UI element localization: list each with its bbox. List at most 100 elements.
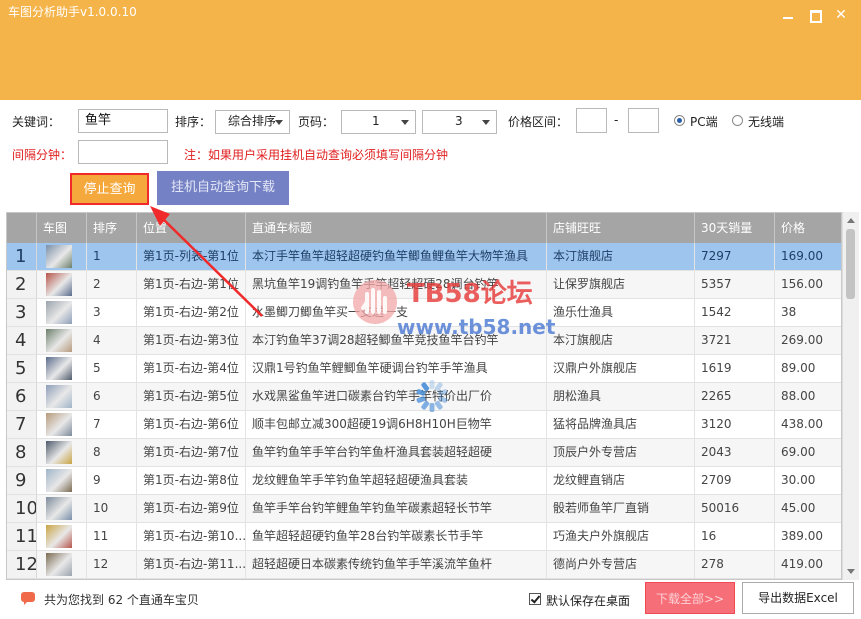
row-price: 169.00 xyxy=(775,243,841,270)
header-image[interactable]: 车图 xyxy=(37,213,87,243)
row-sales: 1542 xyxy=(695,299,775,326)
product-thumbnail[interactable] xyxy=(46,245,72,268)
product-thumbnail[interactable] xyxy=(46,357,72,380)
table-row[interactable]: 5 5 第1页-右边-第4位 汉鼎1号钓鱼竿鲤鲫鱼竿硬调台钓竿手竿渔具 汉鼎户外旗舰店 1… xyxy=(7,355,841,383)
row-number: 11 xyxy=(7,523,37,550)
row-title: 龙纹鲤鱼竿手竿钓鱼竿超轻超硬渔具套装 xyxy=(246,467,547,494)
product-thumbnail[interactable] xyxy=(46,441,72,464)
product-thumbnail[interactable] xyxy=(46,497,72,520)
row-number: 10 xyxy=(7,495,37,522)
row-title: 鱼竿超轻超硬钓鱼竿28台钓竿碳素长节手竿 xyxy=(246,523,547,550)
product-thumbnail[interactable] xyxy=(46,469,72,492)
header-sales[interactable]: 30天销量 xyxy=(695,213,775,243)
product-thumbnail[interactable] xyxy=(46,273,72,296)
row-rank: 1 xyxy=(87,243,137,270)
table-row[interactable]: 2 2 第1页-右边-第1位 黑坑鱼竿19调钓鱼竿手竿超轻超硬28调台钓竿 让保罗旗舰店… xyxy=(7,271,841,299)
table-row[interactable]: 4 4 第1页-右边-第3位 本汀钓鱼竿37调28超轻鲫鱼竿竞技鱼竿台钓竿 本汀旗舰店 3… xyxy=(7,327,841,355)
pc-radio-label: PC端 xyxy=(690,115,718,129)
table-row[interactable]: 1 1 第1页-列表-第1位 本汀手竿鱼竿超轻超硬钓鱼竿鲫鱼鲤鱼竿大物竿渔具 本汀旗舰店… xyxy=(7,243,841,271)
export-excel-button[interactable]: 导出数据Excel xyxy=(742,582,854,614)
table-row[interactable]: 11 11 第1页-右边-第10... 鱼竿超轻超硬钓鱼竿28台钓竿碳素长节手竿 巧渔夫… xyxy=(7,523,841,551)
row-image xyxy=(37,327,87,354)
row-number: 1 xyxy=(7,243,37,270)
price-max-input[interactable] xyxy=(628,108,659,133)
header-price[interactable]: 价格 xyxy=(775,213,841,243)
download-all-button[interactable]: 下载全部>> xyxy=(645,582,735,614)
sort-select-value: 综合排序 xyxy=(228,114,277,128)
row-shop: 顶辰户外专营店 xyxy=(547,439,695,466)
header-shop[interactable]: 店铺旺旺 xyxy=(547,213,695,243)
row-price: 30.00 xyxy=(775,467,841,494)
row-shop: 汉鼎户外旗舰店 xyxy=(547,355,695,382)
row-sales: 2043 xyxy=(695,439,775,466)
row-shop: 让保罗旗舰店 xyxy=(547,271,695,298)
save-desktop-checkbox[interactable] xyxy=(529,593,541,605)
row-position: 第1页-右边-第6位 xyxy=(137,411,246,438)
wireless-radio[interactable] xyxy=(732,115,743,126)
row-number: 9 xyxy=(7,467,37,494)
table-header: 车图 排序 位置 直通车标题 店铺旺旺 30天销量 价格 xyxy=(7,213,841,243)
stop-query-button[interactable]: 停止查询 xyxy=(70,173,149,205)
row-position: 第1页-右边-第3位 xyxy=(137,327,246,354)
product-thumbnail[interactable] xyxy=(46,413,72,436)
row-image xyxy=(37,299,87,326)
row-title: 本汀手竿鱼竿超轻超硬钓鱼竿鲫鱼鲤鱼竿大物竿渔具 xyxy=(246,243,547,270)
row-price: 38 xyxy=(775,299,841,326)
row-shop: 猛将品牌渔具店 xyxy=(547,411,695,438)
row-image xyxy=(37,355,87,382)
row-number: 7 xyxy=(7,411,37,438)
row-number: 4 xyxy=(7,327,37,354)
table-row[interactable]: 12 12 第1页-右边-第11... 超轻超硬日本碳素传统钓鱼竿手竿溪流竿鱼杆 德尚户… xyxy=(7,551,841,579)
page-to-select[interactable]: 3 xyxy=(422,110,497,134)
row-rank: 10 xyxy=(87,495,137,522)
row-rank: 11 xyxy=(87,523,137,550)
product-thumbnail[interactable] xyxy=(46,301,72,324)
product-thumbnail[interactable] xyxy=(46,329,72,352)
row-shop: 巧渔夫户外旗舰店 xyxy=(547,523,695,550)
keyword-input[interactable]: 鱼竿 xyxy=(78,109,168,133)
row-title: 黑坑鱼竿19调钓鱼竿手竿超轻超硬28调台钓竿 xyxy=(246,271,547,298)
auto-query-download-button[interactable]: 挂机自动查询下载 xyxy=(157,171,289,205)
results-table: 车图 排序 位置 直通车标题 店铺旺旺 30天销量 价格 1 1 第1页-列表-第1… xyxy=(6,212,842,580)
table-row[interactable]: 6 6 第1页-右边-第5位 水戏黑鲨鱼竿进口碳素台钓竿手竿特价出厂价 朋松渔具 2265… xyxy=(7,383,841,411)
row-position: 第1页-右边-第4位 xyxy=(137,355,246,382)
interval-input[interactable] xyxy=(78,140,168,164)
page-from-select[interactable]: 1 xyxy=(341,110,416,134)
row-sales: 50016 xyxy=(695,495,775,522)
row-image xyxy=(37,467,87,494)
table-scrollbar[interactable] xyxy=(842,212,859,580)
table-row[interactable]: 7 7 第1页-右边-第6位 顺丰包邮立减300超硬19调6H8H10H巨物竿 猛将品牌… xyxy=(7,411,841,439)
table-row[interactable]: 3 3 第1页-右边-第2位 水墨鲫刀鲫鱼竿买一支送一支 渔乐仕渔具 1542 38 xyxy=(7,299,841,327)
row-rank: 12 xyxy=(87,551,137,578)
chevron-down-icon xyxy=(401,120,409,125)
row-rank: 3 xyxy=(87,299,137,326)
table-row[interactable]: 8 8 第1页-右边-第7位 鱼竿钓鱼竿手竿台钓竿鱼杆渔具套装超轻超硬 顶辰户外专营店 2… xyxy=(7,439,841,467)
product-thumbnail[interactable] xyxy=(46,525,72,548)
row-position: 第1页-右边-第7位 xyxy=(137,439,246,466)
row-sales: 1619 xyxy=(695,355,775,382)
header-rank[interactable]: 排序 xyxy=(87,213,137,243)
table-row[interactable]: 10 10 第1页-右边-第9位 鱼竿手竿台钓竿鲤鱼竿钓鱼竿碳素超轻长节竿 骰若师鱼竿厂… xyxy=(7,495,841,523)
scroll-thumb[interactable] xyxy=(846,229,855,299)
chevron-down-icon xyxy=(275,120,283,125)
header-position[interactable]: 位置 xyxy=(137,213,246,243)
row-rank: 7 xyxy=(87,411,137,438)
scroll-down-icon[interactable] xyxy=(847,569,855,574)
product-thumbnail[interactable] xyxy=(46,385,72,408)
scroll-up-icon[interactable] xyxy=(847,218,855,223)
minimize-icon[interactable] xyxy=(781,8,795,22)
header-title[interactable]: 直通车标题 xyxy=(246,213,547,243)
sort-select[interactable]: 综合排序 xyxy=(215,110,290,134)
row-rank: 4 xyxy=(87,327,137,354)
row-position: 第1页-列表-第1位 xyxy=(137,243,246,270)
table-row[interactable]: 9 9 第1页-右边-第8位 龙纹鲤鱼竿手竿钓鱼竿超轻超硬渔具套装 龙纹鲤直销店 2709… xyxy=(7,467,841,495)
price-min-input[interactable] xyxy=(576,108,607,133)
header-rownum xyxy=(7,213,37,243)
pc-radio[interactable] xyxy=(674,115,685,126)
row-title: 鱼竿钓鱼竿手竿台钓竿鱼杆渔具套装超轻超硬 xyxy=(246,439,547,466)
close-icon[interactable]: ✕ xyxy=(834,8,848,22)
row-sales: 16 xyxy=(695,523,775,550)
maximize-icon[interactable] xyxy=(808,8,822,23)
row-rank: 6 xyxy=(87,383,137,410)
product-thumbnail[interactable] xyxy=(46,553,72,576)
